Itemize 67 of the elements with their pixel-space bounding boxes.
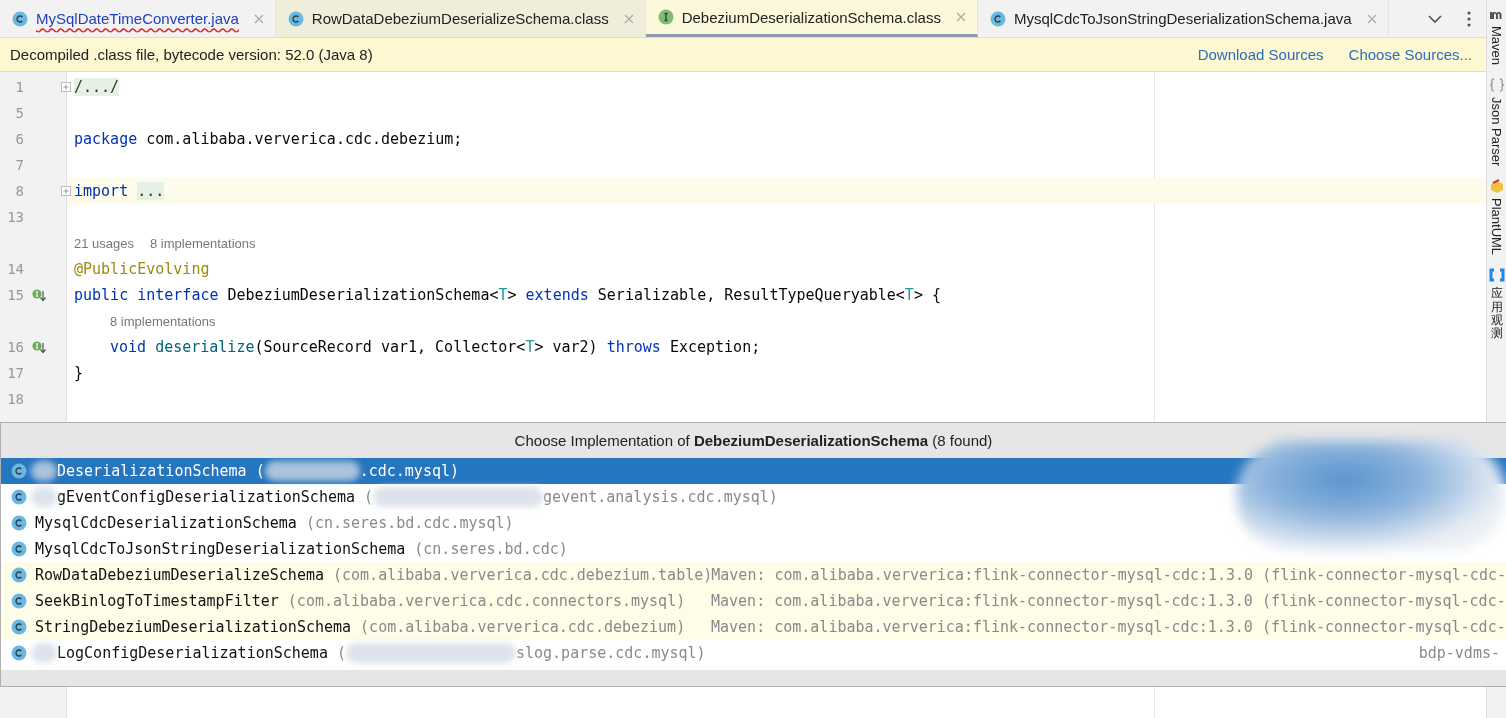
class-icon <box>11 593 27 609</box>
line-number: 18 <box>6 391 24 407</box>
code-text: extends <box>525 286 589 304</box>
line-number: 8 <box>14 183 24 199</box>
implementation-item[interactable]: RowDataDebeziumDeserializeSchema (com.alibaba.ververica.cdc.debezium.table)Maven: com.alibaba.ververica:flink-connector-mysql-cdc:1.3.0 (flink-connector-mysql-cdc- <box>1 562 1506 588</box>
code-text: > { <box>913 286 941 304</box>
tool-window-button[interactable]: 应用观测 <box>1488 267 1505 341</box>
class-icon <box>11 645 27 661</box>
close-icon[interactable] <box>622 12 635 25</box>
tool-window-button[interactable]: Json Parser <box>1488 77 1505 167</box>
line-number: 17 <box>6 365 24 381</box>
tool-window-button[interactable]: PlantUML <box>1488 178 1505 256</box>
editor-tab[interactable]: DebeziumDeserializationSchema.class <box>645 0 978 37</box>
close-icon[interactable] <box>252 12 265 25</box>
code-text: void <box>110 338 147 356</box>
code-text: Exception; <box>668 338 761 356</box>
code-text: import <box>74 182 129 200</box>
line-number: 14 <box>6 261 24 277</box>
class-icon <box>11 515 27 531</box>
code-text: > var2) <box>534 338 599 356</box>
banner-link[interactable]: Download Sources <box>1197 46 1324 63</box>
code-text: throws <box>606 338 661 356</box>
code-text: com.alibaba.ververica.cdc.debezium; <box>145 130 463 148</box>
banner-link[interactable]: Choose Sources... <box>1348 46 1472 63</box>
code-text: > <box>507 286 518 304</box>
code-text: (SourceRecord var1, Collector< <box>254 338 526 356</box>
line-number: 6 <box>14 131 24 147</box>
implemented-icon[interactable] <box>32 288 47 302</box>
class-icon <box>11 463 27 479</box>
code-text: T <box>525 338 535 356</box>
code-text: Serializable, ResultTypeQueryable< <box>596 286 905 304</box>
inlay-hint[interactable]: 21 usages <box>74 236 134 251</box>
code-text: public interface <box>74 286 219 304</box>
tool-window-button[interactable]: Maven <box>1488 6 1505 66</box>
line-number: 15 <box>6 287 24 303</box>
close-icon[interactable] <box>954 11 967 23</box>
line-number: 13 <box>6 209 24 225</box>
inlay-hint[interactable]: 8 implementations <box>150 236 256 251</box>
line-number: 16 <box>6 339 24 355</box>
more-icon[interactable] <box>1466 10 1472 27</box>
code-text: T <box>904 286 914 304</box>
implementation-item[interactable]: LogConfigDeserializationSchema ( slog.parse.cdc.mysql) bdp-vdms- <box>1 640 1506 666</box>
class-icon <box>11 489 27 505</box>
expand-fold-icon[interactable] <box>61 186 71 196</box>
line-number: 7 <box>14 157 24 173</box>
class-icon <box>11 619 27 635</box>
folded-code[interactable]: /.../ <box>74 78 120 96</box>
close-icon[interactable] <box>1365 12 1378 25</box>
implementation-item[interactable]: SeekBinlogToTimestampFilter (com.alibaba.ververica.cdc.connectors.mysql) Maven: com.alibaba.ververica:flink-connector-mysql-cdc:1.3.0 (flink-connector-mysql-cdc- <box>1 588 1506 614</box>
code-text: deserialize <box>155 338 255 356</box>
editor-tab[interactable]: RowDataDebeziumDeserializeSchema.class <box>275 0 646 37</box>
class-icon <box>11 541 27 557</box>
implemented-icon[interactable] <box>32 340 47 354</box>
code-text: @PublicEvolving <box>74 260 210 278</box>
popup-title: Choose Implementation of DebeziumDeserializationSchema (8 found) <box>1 423 1506 458</box>
line-number: 1 <box>14 79 24 95</box>
class-icon <box>11 567 27 583</box>
decompiled-notice: Decompiled .class file, bytecode version: 52.0 (Java 8) <box>10 46 373 63</box>
implementation-item[interactable]: StringDebeziumDeserializationSchema (com.alibaba.ververica.cdc.debezium) Maven: com.alibaba.ververica:flink-connector-mysql-cdc:1.3.0 (flink-connector-mysql-cdc- <box>1 614 1506 640</box>
code-text: package <box>74 130 138 148</box>
expand-fold-icon[interactable] <box>61 82 71 92</box>
inlay-hint[interactable]: 8 implementations <box>110 314 216 329</box>
folded-code[interactable]: ... <box>137 182 165 200</box>
code-text: DebeziumDeserializationSchema< <box>226 286 499 304</box>
code-text: } <box>74 364 84 382</box>
line-number: 5 <box>14 105 24 121</box>
code-text: T <box>498 286 508 304</box>
